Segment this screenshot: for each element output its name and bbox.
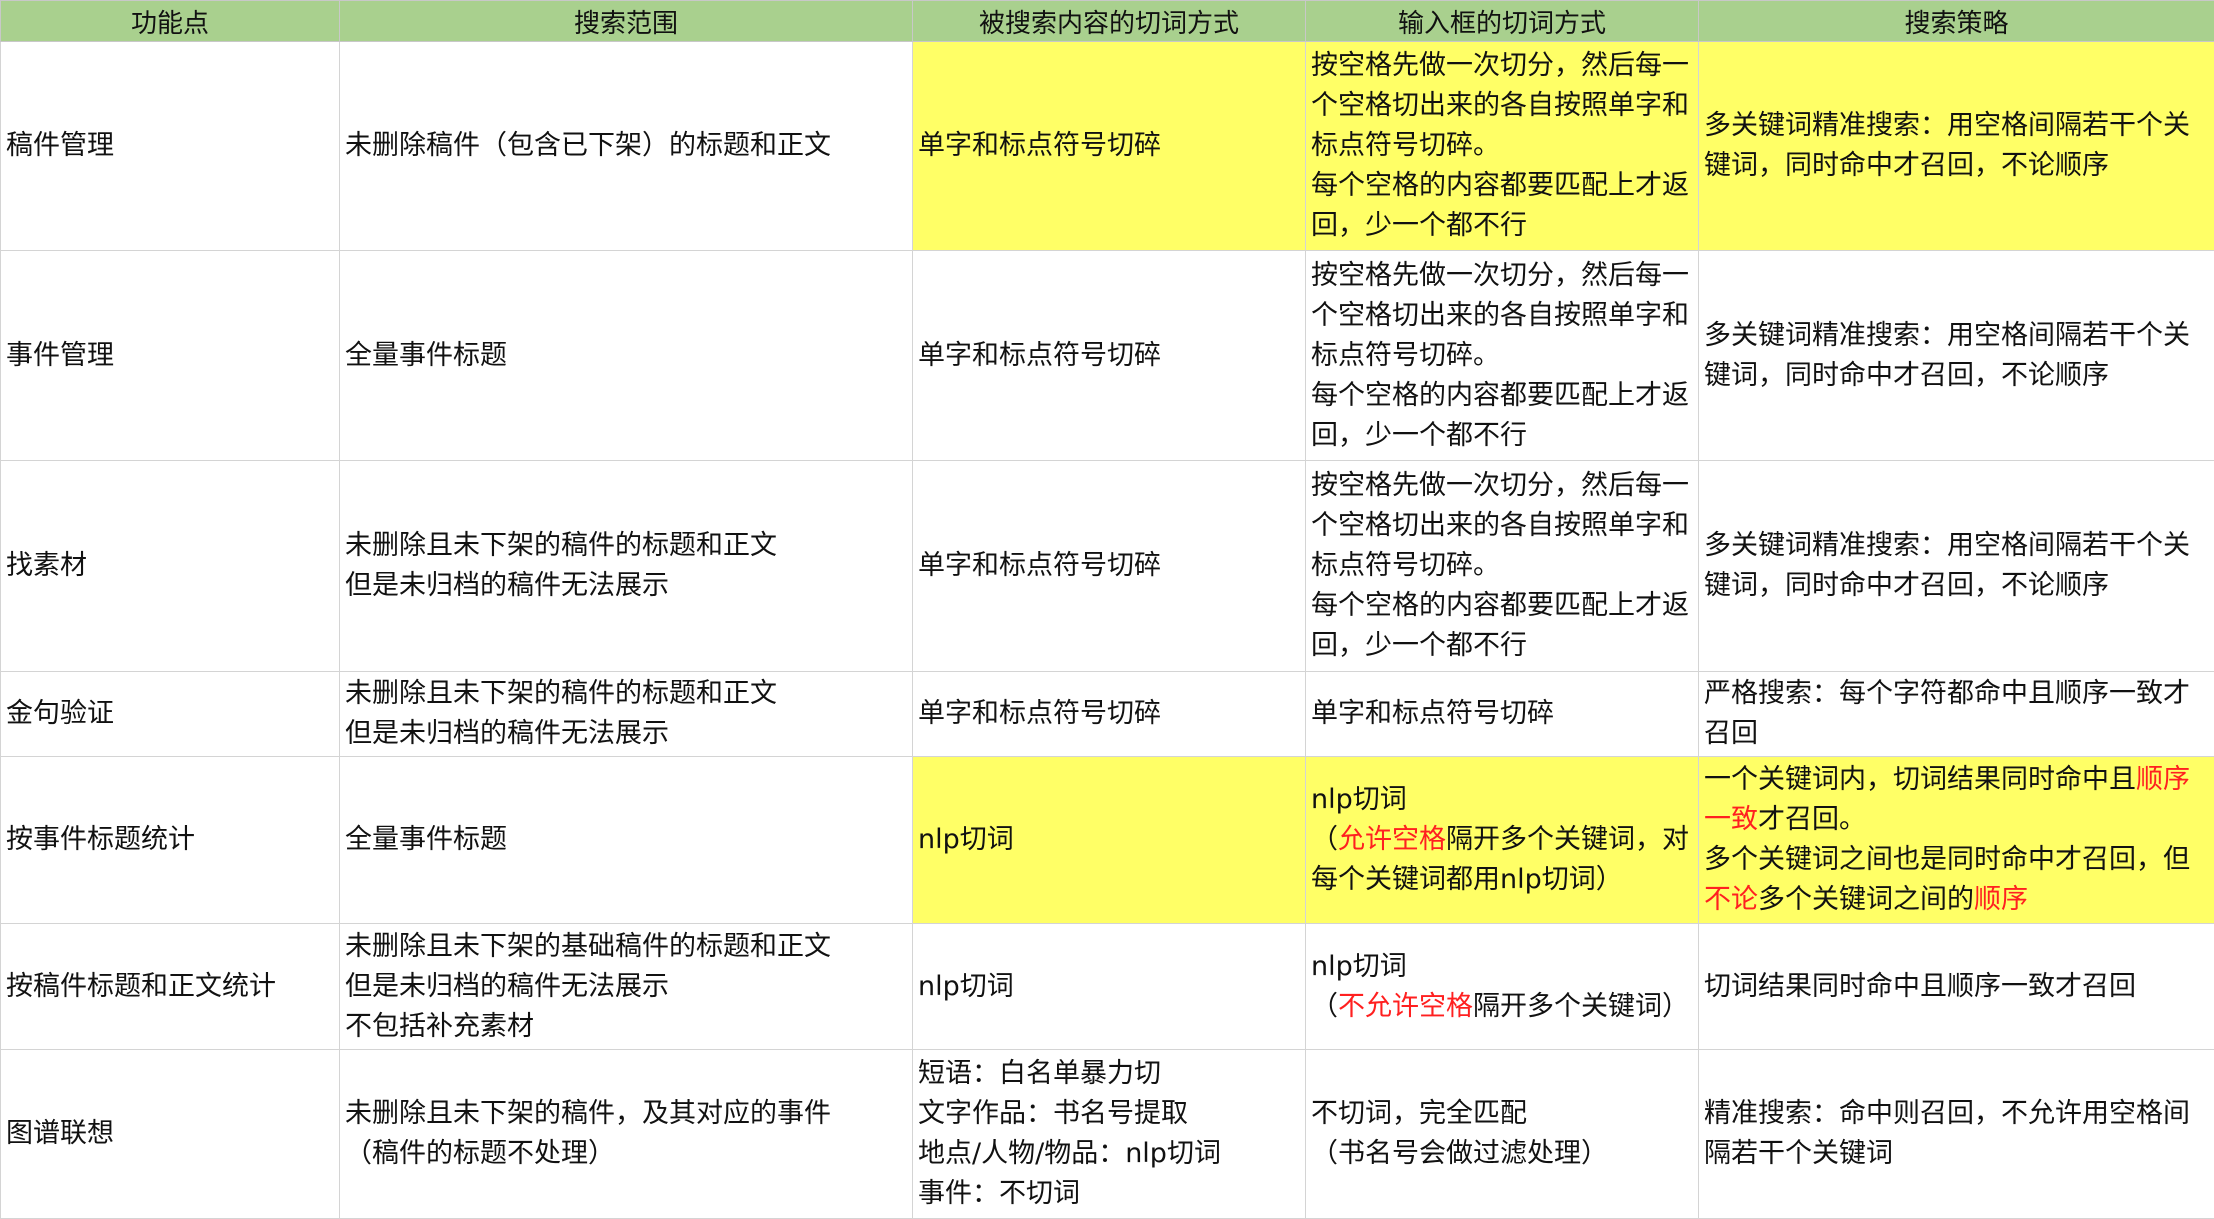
table-row: 图谱联想 未删除且未下架的稿件，及其对应的事件 （稿件的标题不处理） 短语：白名…: [1, 1050, 2214, 1219]
cell-input-tokenization[interactable]: 不切词，完全匹配 （书名号会做过滤处理）: [1306, 1050, 1699, 1219]
header-row: 功能点 搜索范围 被搜索内容的切词方式 输入框的切词方式 搜索策略: [1, 1, 2214, 42]
cell-strategy[interactable]: 一个关键词内，切词结果同时命中且顺序一致才召回。 多个关键词之间也是同时命中才召…: [1699, 757, 2214, 924]
table-row: 金句验证 未删除且未下架的稿件的标题和正文 但是未归档的稿件无法展示 单字和标点…: [1, 672, 2214, 757]
cell-strategy[interactable]: 精准搜索：命中则召回，不允许用空格间隔若干个关键词: [1699, 1050, 2214, 1219]
cell-scope[interactable]: 未删除且未下架的基础稿件的标题和正文 但是未归档的稿件无法展示 不包括补充素材: [340, 924, 913, 1050]
cell-input-tokenization[interactable]: 按空格先做一次切分，然后每一个空格切出来的各自按照单字和标点符号切碎。 每个空格…: [1306, 251, 1699, 461]
header-content-tokenization[interactable]: 被搜索内容的切词方式: [913, 1, 1306, 42]
cell-scope[interactable]: 未删除且未下架的稿件，及其对应的事件 （稿件的标题不处理）: [340, 1050, 913, 1219]
cell-content-tokenization[interactable]: nlp切词: [913, 757, 1306, 924]
header-scope[interactable]: 搜索范围: [340, 1, 913, 42]
table-row: 事件管理 全量事件标题 单字和标点符号切碎 按空格先做一次切分，然后每一个空格切…: [1, 251, 2214, 461]
header-input-tokenization[interactable]: 输入框的切词方式: [1306, 1, 1699, 42]
cell-content-tokenization[interactable]: nlp切词: [913, 924, 1306, 1050]
cell-scope[interactable]: 未删除且未下架的稿件的标题和正文 但是未归档的稿件无法展示: [340, 461, 913, 672]
header-strategy[interactable]: 搜索策略: [1699, 1, 2214, 42]
cell-content-tokenization[interactable]: 短语：白名单暴力切 文字作品：书名号提取 地点/人物/物品：nlp切词 事件：不…: [913, 1050, 1306, 1219]
cell-content-tokenization[interactable]: 单字和标点符号切碎: [913, 42, 1306, 251]
table-row: 稿件管理 未删除稿件（包含已下架）的标题和正文 单字和标点符号切碎 按空格先做一…: [1, 42, 2214, 251]
cell-scope[interactable]: 未删除稿件（包含已下架）的标题和正文: [340, 42, 913, 251]
table-row: 找素材 未删除且未下架的稿件的标题和正文 但是未归档的稿件无法展示 单字和标点符…: [1, 461, 2214, 672]
cell-content-tokenization[interactable]: 单字和标点符号切碎: [913, 672, 1306, 757]
cell-content-tokenization[interactable]: 单字和标点符号切碎: [913, 251, 1306, 461]
cell-feature[interactable]: 图谱联想: [1, 1050, 340, 1219]
cell-strategy[interactable]: 多关键词精准搜索：用空格间隔若干个关键词，同时命中才召回，不论顺序: [1699, 42, 2214, 251]
cell-feature[interactable]: 事件管理: [1, 251, 340, 461]
spreadsheet: 功能点 搜索范围 被搜索内容的切词方式 输入框的切词方式 搜索策略 稿件管理 未…: [0, 0, 2214, 1218]
cell-scope[interactable]: 全量事件标题: [340, 757, 913, 924]
cell-strategy[interactable]: 多关键词精准搜索：用空格间隔若干个关键词，同时命中才召回，不论顺序: [1699, 461, 2214, 672]
input-note: （允许空格隔开多个关键词，对每个关键词都用nlp切词）: [1311, 820, 1694, 900]
table-row: 按稿件标题和正文统计 未删除且未下架的基础稿件的标题和正文 但是未归档的稿件无法…: [1, 924, 2214, 1050]
cell-feature[interactable]: 找素材: [1, 461, 340, 672]
emphasis-text: 顺序: [1974, 884, 2028, 915]
cell-feature[interactable]: 按稿件标题和正文统计: [1, 924, 340, 1050]
cell-feature[interactable]: 金句验证: [1, 672, 340, 757]
cell-strategy[interactable]: 多关键词精准搜索：用空格间隔若干个关键词，同时命中才召回，不论顺序: [1699, 251, 2214, 461]
cell-strategy[interactable]: 切词结果同时命中且顺序一致才召回: [1699, 924, 2214, 1050]
cell-scope[interactable]: 未删除且未下架的稿件的标题和正文 但是未归档的稿件无法展示: [340, 672, 913, 757]
cell-strategy[interactable]: 严格搜索：每个字符都命中且顺序一致才召回: [1699, 672, 2214, 757]
cell-feature[interactable]: 稿件管理: [1, 42, 340, 251]
cell-input-tokenization[interactable]: nlp切词 （不允许空格隔开多个关键词）: [1306, 924, 1699, 1050]
cell-content-tokenization[interactable]: 单字和标点符号切碎: [913, 461, 1306, 672]
header-feature[interactable]: 功能点: [1, 1, 340, 42]
cell-input-tokenization[interactable]: 按空格先做一次切分，然后每一个空格切出来的各自按照单字和标点符号切碎。 每个空格…: [1306, 42, 1699, 251]
cell-scope[interactable]: 全量事件标题: [340, 251, 913, 461]
input-note: （不允许空格隔开多个关键词）: [1311, 987, 1694, 1027]
search-strategy-table: 功能点 搜索范围 被搜索内容的切词方式 输入框的切词方式 搜索策略 稿件管理 未…: [0, 0, 2214, 1219]
cell-input-tokenization[interactable]: 按空格先做一次切分，然后每一个空格切出来的各自按照单字和标点符号切碎。 每个空格…: [1306, 461, 1699, 672]
emphasis-text: 允许空格: [1338, 824, 1446, 855]
table-row: 按事件标题统计 全量事件标题 nlp切词 nlp切词 （允许空格隔开多个关键词，…: [1, 757, 2214, 924]
cell-feature[interactable]: 按事件标题统计: [1, 757, 340, 924]
cell-input-tokenization[interactable]: nlp切词 （允许空格隔开多个关键词，对每个关键词都用nlp切词）: [1306, 757, 1699, 924]
emphasis-text: 不论: [1704, 884, 1758, 915]
emphasis-text: 不允许空格: [1338, 991, 1473, 1022]
cell-input-tokenization[interactable]: 单字和标点符号切碎: [1306, 672, 1699, 757]
